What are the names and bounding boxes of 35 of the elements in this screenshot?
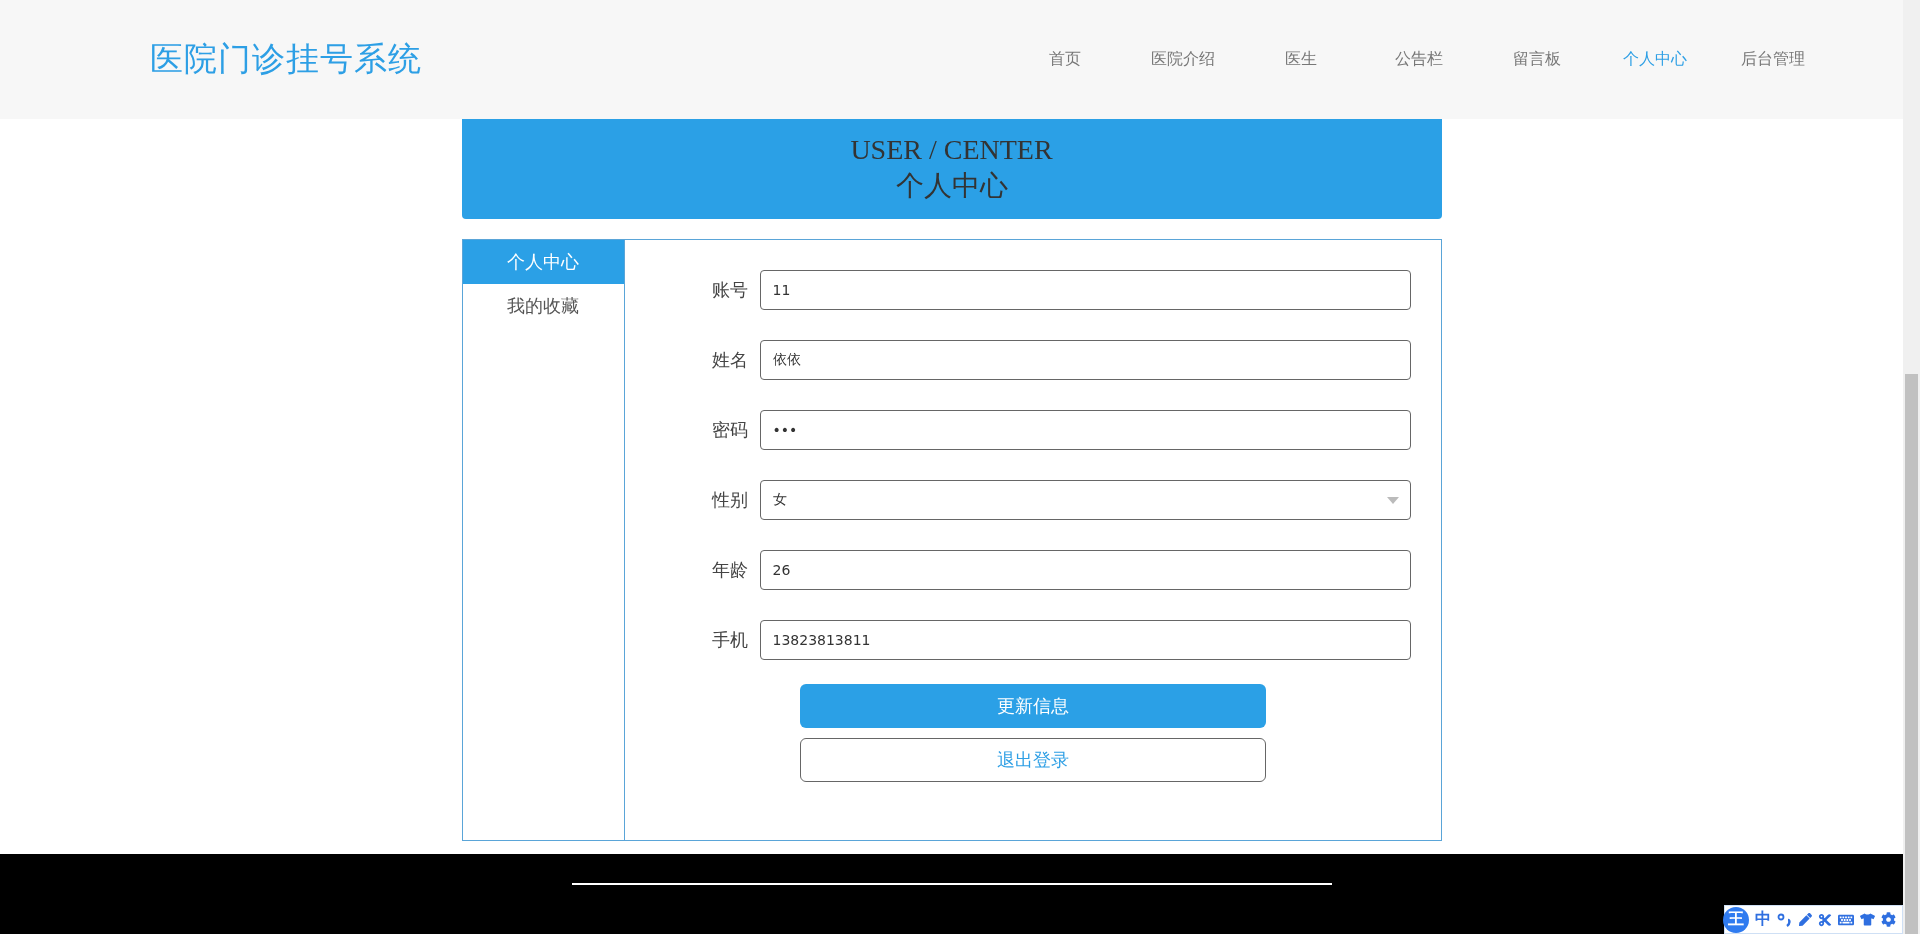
scissors-icon[interactable] <box>1818 912 1832 927</box>
pen-icon[interactable] <box>1799 913 1812 926</box>
nav-link[interactable]: 医生 <box>1242 49 1360 70</box>
field-label: 手机 <box>711 628 748 652</box>
logout-button[interactable]: 退出登录 <box>799 738 1266 782</box>
field-label: 密码 <box>711 418 748 442</box>
field-label: 姓名 <box>711 348 748 372</box>
select-field[interactable]: 女 <box>759 480 1411 520</box>
password-field[interactable]: ••• <box>759 410 1411 450</box>
punctuation-icon[interactable] <box>1777 912 1793 927</box>
sidebar-item[interactable]: 我的收藏 <box>462 284 624 328</box>
banner-subtitle: 个人中心 <box>895 168 1008 204</box>
field-label: 账号 <box>711 278 748 302</box>
nav-link[interactable]: 个人中心 <box>1596 49 1714 70</box>
field-label: 性别 <box>711 488 748 512</box>
ime-logo[interactable]: 王 <box>1723 906 1749 933</box>
ime-mode[interactable]: 中 <box>1755 909 1771 930</box>
update-button[interactable]: 更新信息 <box>799 684 1266 728</box>
site-logo: 医院门诊挂号系统 <box>150 38 422 80</box>
nav-link[interactable]: 公告栏 <box>1360 49 1478 70</box>
caret-icon <box>1386 497 1399 504</box>
settings-icon[interactable] <box>1881 912 1896 927</box>
nav-link[interactable]: 留言板 <box>1478 49 1596 70</box>
scrollbar-thumb[interactable] <box>1905 374 1918 934</box>
input-field[interactable]: 13823813811 <box>759 620 1411 660</box>
field-label: 年龄 <box>711 558 748 582</box>
shirt-icon[interactable] <box>1860 912 1875 927</box>
input-field[interactable]: 26 <box>759 550 1411 590</box>
nav-link[interactable]: 后台管理 <box>1714 49 1832 70</box>
input-field[interactable]: 11 <box>759 270 1411 310</box>
banner-title: USER / CENTER <box>850 133 1053 167</box>
input-field[interactable]: 依依 <box>759 340 1411 380</box>
nav-link[interactable]: 医院介绍 <box>1124 49 1242 70</box>
nav-link[interactable]: 首页 <box>1006 49 1124 70</box>
sidebar-item[interactable]: 个人中心 <box>462 240 624 284</box>
